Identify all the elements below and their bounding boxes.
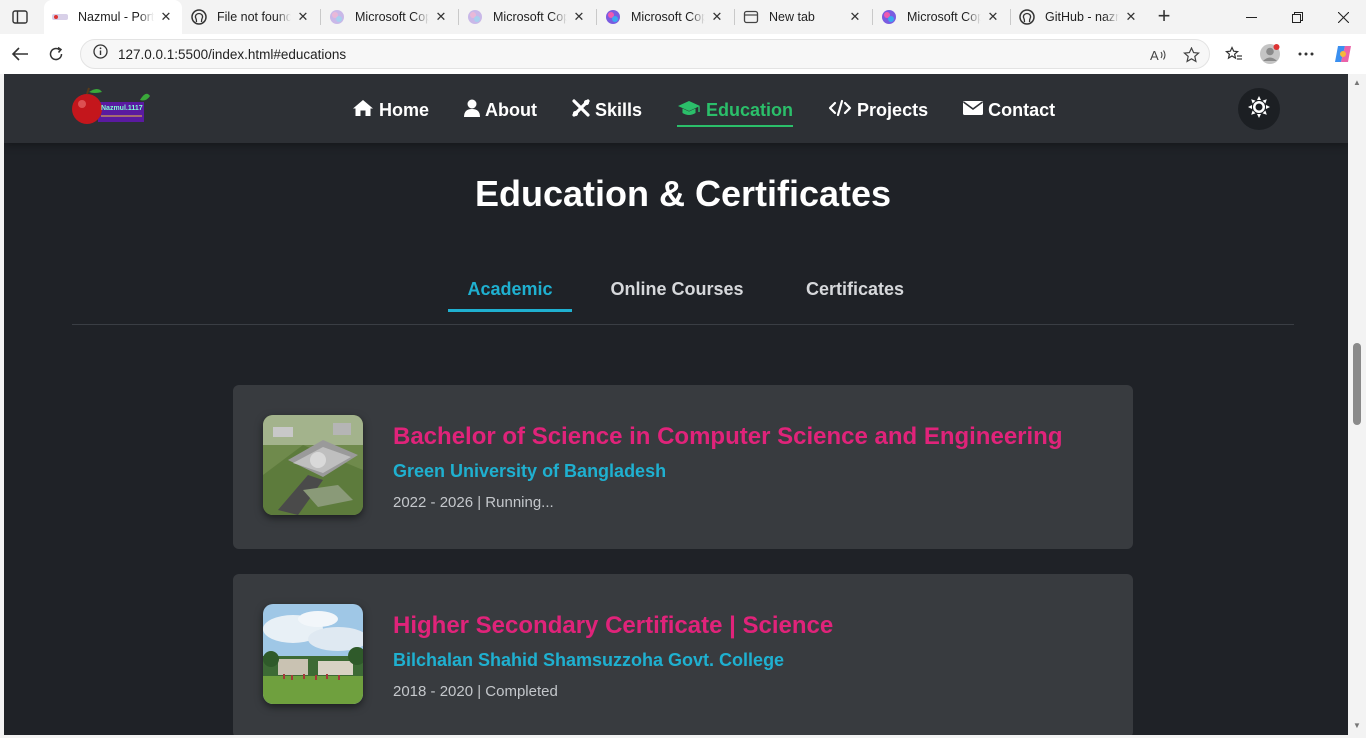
- sidebar-toggle-icon[interactable]: [8, 6, 32, 28]
- site-info-icon[interactable]: [93, 44, 108, 64]
- duration-text: 2022 - 2026 | Running...: [393, 494, 554, 511]
- svg-text:A: A: [1150, 48, 1159, 62]
- tools-icon: [572, 98, 595, 122]
- profile-avatar[interactable]: [1257, 41, 1283, 67]
- tab-title: New tab: [769, 10, 815, 24]
- nav-label: Projects: [857, 99, 929, 120]
- svg-text:Nazmul.1117: Nazmul.1117: [101, 105, 143, 112]
- home-icon: [352, 99, 379, 122]
- user-icon: [464, 99, 485, 122]
- degree-title: Higher Secondary Certificate | Science: [393, 612, 834, 639]
- scroll-thumb[interactable]: [1353, 343, 1361, 425]
- close-icon[interactable]: ✕: [571, 9, 587, 25]
- section-title: Education & Certificates: [474, 173, 892, 214]
- nav-home[interactable]: Home: [352, 96, 429, 124]
- nav-contact[interactable]: Contact: [963, 96, 1055, 124]
- nav-label: Home: [379, 99, 430, 120]
- browser-tab-github[interactable]: GitHub - nazmul ✕: [1011, 2, 1147, 32]
- tab-title: Microsoft Copilot: [493, 10, 567, 24]
- nav-label: Education: [706, 99, 794, 120]
- browser-tab-portfolio[interactable]: Nazmul - Portfolio ✕: [44, 0, 182, 34]
- close-icon[interactable]: ✕: [985, 9, 1001, 25]
- nav-about[interactable]: About: [464, 96, 537, 124]
- page-scrollbar[interactable]: ▲ ▼: [1348, 74, 1366, 735]
- close-icon[interactable]: ✕: [709, 9, 725, 25]
- tab-title: Microsoft Copilot: [631, 10, 705, 24]
- theme-toggle-button[interactable]: [1238, 88, 1280, 130]
- close-icon[interactable]: ✕: [433, 9, 449, 25]
- tab-title: File not found: [217, 10, 291, 24]
- nav-label: Contact: [988, 99, 1056, 120]
- tab-title: Microsoft Copilot: [907, 10, 981, 24]
- browser-tab-file-not-found[interactable]: File not found ✕: [183, 2, 319, 32]
- main-nav: Home About Skills Education Projects Con…: [352, 96, 1090, 127]
- tabs-divider: [72, 324, 1294, 325]
- university-image: [263, 415, 363, 515]
- browser-tab-copilot[interactable]: Microsoft Copilot ✕: [873, 2, 1009, 32]
- tab-academic[interactable]: Academic: [448, 270, 572, 312]
- browser-tab-copilot[interactable]: Microsoft Copilot ✕: [321, 2, 457, 32]
- code-icon: [828, 99, 857, 122]
- nav-projects[interactable]: Projects: [828, 96, 928, 124]
- copilot-icon: [467, 9, 483, 25]
- tab-title: Microsoft Copilot: [355, 10, 429, 24]
- github-icon: [191, 9, 207, 25]
- url-text[interactable]: 127.0.0.1:5500/index.html#educations: [118, 47, 346, 62]
- tab-title: Nazmul - Portfolio: [78, 10, 154, 24]
- site-logo[interactable]: Nazmul.1117: [70, 86, 152, 128]
- more-options-icon[interactable]: [1293, 41, 1319, 67]
- nav-skills[interactable]: Skills: [572, 96, 642, 124]
- minimize-icon[interactable]: [1228, 0, 1274, 34]
- close-icon[interactable]: ✕: [295, 9, 311, 25]
- close-window-icon[interactable]: [1320, 0, 1366, 34]
- nav-label: Skills: [595, 99, 643, 120]
- institution-name: Green University of Bangladesh: [393, 461, 667, 481]
- education-tabs: Academic Online Courses Certificates: [448, 270, 928, 312]
- browser-tab-copilot[interactable]: Microsoft Copilot ✕: [459, 2, 595, 32]
- copilot-icon: [881, 9, 897, 25]
- restore-icon[interactable]: [1274, 0, 1320, 34]
- refresh-icon[interactable]: [42, 40, 70, 68]
- favorite-star-icon[interactable]: [1177, 45, 1205, 65]
- tab-title: GitHub - nazmul: [1045, 10, 1119, 24]
- scroll-down-arrow-icon[interactable]: ▼: [1352, 721, 1362, 731]
- new-tab-button[interactable]: +: [1152, 5, 1176, 29]
- duration-text: 2018 - 2020 | Completed: [393, 683, 558, 700]
- close-icon[interactable]: ✕: [1123, 9, 1139, 25]
- college-image: [263, 604, 363, 704]
- nav-label: About: [485, 99, 537, 120]
- browser-toolbar: 127.0.0.1:5500/index.html#educations A: [0, 34, 1366, 74]
- favorites-icon[interactable]: [1221, 41, 1247, 67]
- graduation-cap-icon: [677, 99, 706, 122]
- portfolio-favicon: [52, 9, 68, 25]
- back-arrow-icon[interactable]: [6, 40, 34, 68]
- envelope-icon: [963, 100, 988, 121]
- site-header: Nazmul.1117 Home About Skills Education …: [4, 74, 1348, 143]
- browser-tab-bar: Nazmul - Portfolio ✕ File not found ✕ Mi…: [0, 0, 1366, 34]
- copilot-icon: [329, 9, 345, 25]
- institution-name: Bilchalan Shahid Shamsuzzoha Govt. Colle…: [393, 650, 785, 670]
- tab-online-courses[interactable]: Online Courses: [572, 270, 782, 308]
- education-card: Bachelor of Science in Computer Science …: [233, 385, 1133, 549]
- address-bar[interactable]: 127.0.0.1:5500/index.html#educations A: [80, 39, 1210, 69]
- browser-tab-new-tab[interactable]: New tab ✕: [735, 2, 871, 32]
- copilot-icon[interactable]: [1330, 41, 1356, 67]
- new-tab-page-icon: [743, 9, 759, 25]
- close-icon[interactable]: ✕: [158, 9, 174, 25]
- scroll-up-arrow-icon[interactable]: ▲: [1352, 78, 1362, 88]
- page-viewport: Nazmul.1117 Home About Skills Education …: [4, 74, 1348, 735]
- nav-education[interactable]: Education: [677, 96, 794, 127]
- close-icon[interactable]: ✕: [847, 9, 863, 25]
- sun-icon: [1248, 95, 1270, 123]
- github-icon: [1019, 9, 1035, 25]
- degree-title: Bachelor of Science in Computer Science …: [393, 423, 1063, 450]
- education-card: Higher Secondary Certificate | Science B…: [233, 574, 1133, 735]
- browser-tab-copilot[interactable]: Microsoft Copilot ✕: [597, 2, 733, 32]
- copilot-icon: [605, 9, 621, 25]
- tab-certificates[interactable]: Certificates: [782, 270, 928, 308]
- read-aloud-icon[interactable]: A: [1145, 45, 1173, 65]
